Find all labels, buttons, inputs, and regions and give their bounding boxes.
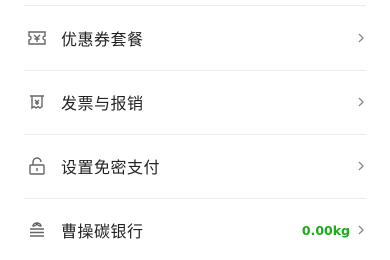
menu-item-carbon-bank[interactable]: 曹操碳银行 0.00kg [0,199,390,260]
menu-item-coupons[interactable]: 优惠券套餐 [0,7,390,69]
chevron-right-icon [358,33,364,43]
ticket-icon [26,27,48,49]
menu-item-label: 设置免密支付 [61,158,161,177]
carbon-value: 0.00kg [301,222,350,238]
menu-item-label: 发票与报销 [61,94,144,113]
chevron-right-icon [358,225,364,235]
carbon-bank-icon [26,219,48,241]
invoice-icon [26,91,48,113]
menu-item-password-free-pay[interactable]: 设置免密支付 [0,135,390,197]
divider [24,5,366,6]
unlock-icon [26,155,48,177]
chevron-right-icon [358,161,364,171]
chevron-right-icon [358,97,364,107]
menu-item-invoice[interactable]: 发票与报销 [0,71,390,133]
settings-menu: 优惠券套餐 发票与报销 设置免密支付 曹操碳银行 0.00kg [0,0,390,260]
menu-item-label: 曹操碳银行 [61,222,144,241]
menu-item-label: 优惠券套餐 [61,30,144,49]
